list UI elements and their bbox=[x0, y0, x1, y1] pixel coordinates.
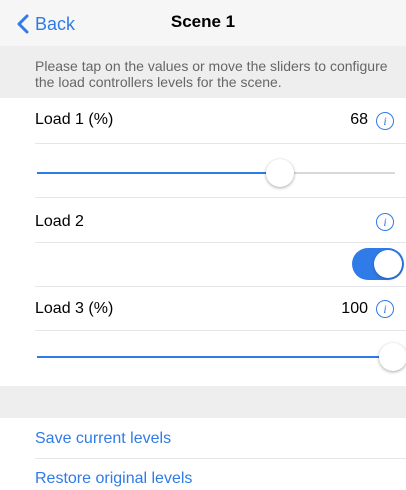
instructions-text: Please tap on the values or move the sli… bbox=[0, 46, 406, 98]
load-2-label: Load 2 bbox=[35, 213, 84, 231]
nav-bar: Back Scene 1 bbox=[0, 0, 406, 46]
divider bbox=[35, 242, 406, 243]
slider-fill bbox=[37, 356, 393, 358]
load-3-info-icon[interactable]: i bbox=[376, 300, 394, 318]
load-3-value[interactable]: 100 bbox=[341, 300, 368, 318]
load-3-slider[interactable] bbox=[37, 343, 406, 371]
divider bbox=[35, 286, 406, 287]
section-gap bbox=[0, 386, 406, 418]
slider-thumb[interactable] bbox=[266, 159, 295, 187]
load-2-info-icon[interactable]: i bbox=[376, 213, 394, 231]
slider-fill bbox=[37, 172, 281, 174]
save-current-levels-link[interactable]: Save current levels bbox=[35, 430, 171, 448]
page-title: Scene 1 bbox=[170, 12, 236, 31]
load-1-label: Load 1 (%) bbox=[35, 111, 114, 129]
divider bbox=[35, 197, 406, 198]
load-1-row bbox=[0, 98, 406, 172]
load-1-info-icon[interactable]: i bbox=[376, 112, 394, 130]
load-2-toggle[interactable] bbox=[352, 248, 404, 280]
load-1-slider[interactable] bbox=[37, 159, 395, 187]
slider-track bbox=[280, 172, 395, 174]
load-3-label: Load 3 (%) bbox=[35, 300, 114, 318]
restore-original-levels-link[interactable]: Restore original levels bbox=[35, 470, 192, 488]
divider bbox=[35, 458, 406, 459]
divider bbox=[35, 143, 406, 144]
slider-thumb[interactable] bbox=[379, 343, 406, 371]
toggle-knob bbox=[374, 250, 402, 278]
divider bbox=[35, 330, 406, 331]
load-1-value[interactable]: 68 bbox=[350, 111, 368, 129]
